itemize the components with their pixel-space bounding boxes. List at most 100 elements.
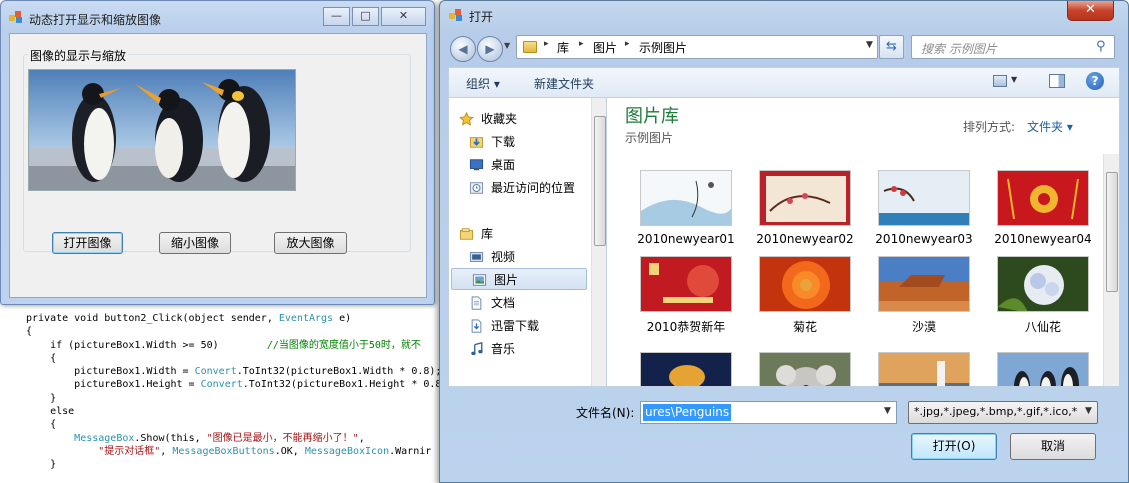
form-client-area: 图像的显示与缩放 <box>9 33 427 298</box>
code-line: { <box>26 326 33 338</box>
code-editor[interactable]: private void button2_Click(object sender… <box>0 305 440 483</box>
breadcrumb-item[interactable]: 示例图片 <box>639 39 687 56</box>
forward-button[interactable]: ▶ <box>477 36 503 62</box>
file-list-pane: 图片库 示例图片 排列方式: 文件夹 ▾ 2010newyear01 2010ne… <box>606 97 1120 387</box>
scrollbar-thumb[interactable] <box>594 116 606 246</box>
document-icon <box>471 296 482 310</box>
video-icon <box>469 252 484 262</box>
desktop-icon <box>469 159 484 171</box>
file-type-value: *.jpg,*.jpeg,*.bmp,*.gif,*.ico,* <box>914 405 1078 418</box>
close-button[interactable]: ✕ <box>381 7 426 26</box>
image-viewer-window: 动态打开显示和缩放图像 — □ ✕ 图像的显示与缩放 打开图像 缩小图像 放大图… <box>0 0 435 305</box>
enlarge-image-button[interactable]: 放大图像 <box>274 232 347 254</box>
thumbnail-image <box>997 256 1089 312</box>
thumbnail-image <box>640 352 732 386</box>
code-line: "提示对话框", MessageBoxButtons.OK, MessageBo… <box>98 445 432 457</box>
preview-pane-icon[interactable] <box>1049 74 1065 88</box>
thumbnail-image <box>640 256 732 312</box>
library-title: 图片库 <box>625 106 679 127</box>
folder-icon <box>523 41 537 53</box>
app-icon <box>9 11 22 23</box>
breadcrumb-separator: ▸ <box>625 39 630 49</box>
nav-item-documents[interactable]: 文档 <box>449 292 589 314</box>
nav-item-thunder-downloads[interactable]: 迅雷下载 <box>449 315 589 337</box>
code-line: } <box>26 459 57 471</box>
thumbnail-caption: 2010newyear02 <box>756 232 854 246</box>
code-line: else <box>26 406 75 418</box>
content-scrollbar[interactable] <box>1103 154 1119 386</box>
nav-libraries[interactable]: 库 <box>449 223 589 245</box>
arrange-by-label: 排列方式: <box>963 120 1016 134</box>
nav-item-pictures[interactable]: 图片 <box>451 268 587 290</box>
thumbnail-image <box>759 256 851 312</box>
library-subtitle: 示例图片 <box>625 131 674 145</box>
help-icon[interactable]: ? <box>1086 72 1104 90</box>
filename-label: 文件名(N): <box>576 406 635 420</box>
breadcrumb-item[interactable]: 库 <box>557 39 569 56</box>
chevron-down-icon[interactable]: ▼ <box>1085 406 1092 416</box>
back-button[interactable]: ◀ <box>450 36 476 62</box>
thumbnail-caption: 2010newyear04 <box>994 232 1092 246</box>
open-image-button[interactable]: 打开图像 <box>52 232 123 254</box>
code-line: pictureBox1.Width = Convert.ToInt32(pict… <box>26 366 440 378</box>
address-bar[interactable]: ▸ 库 ▸ 图片 ▸ 示例图片 ▼ <box>516 35 878 59</box>
close-button[interactable]: ✕ <box>1067 1 1114 21</box>
nav-item-music[interactable]: 音乐 <box>449 338 589 360</box>
thumbnail-image <box>759 352 851 386</box>
navigation-pane: 收藏夹 下载 桌面 最近访问的位置 库 视频 图片 文档 迅雷下载 音乐 <box>448 97 606 387</box>
nav-item-videos[interactable]: 视频 <box>449 246 589 268</box>
thumbnail-caption: 2010newyear03 <box>875 232 973 246</box>
open-file-dialog: 打开 ✕ ◀ ▶ ▼ ▸ 库 ▸ 图片 ▸ 示例图片 ▼ ⇆ 搜索 示例图片 ⚲… <box>439 0 1129 483</box>
nav-item-downloads[interactable]: 下载 <box>449 131 589 153</box>
file-type-select[interactable]: *.jpg,*.jpeg,*.bmp,*.gif,*.ico,* ▼ <box>908 401 1098 424</box>
refresh-button[interactable]: ⇆ <box>879 35 904 59</box>
scrollbar-thumb[interactable] <box>1106 172 1118 292</box>
thumbnail-image <box>640 170 732 226</box>
dialog-title: 打开 <box>469 10 494 24</box>
recent-places-icon <box>469 182 484 194</box>
search-icon[interactable]: ⚲ <box>1096 39 1106 54</box>
thumbnail-caption: 沙漠 <box>911 320 936 334</box>
nav-item-recent[interactable]: 最近访问的位置 <box>449 177 589 199</box>
thumbnail-image <box>997 170 1089 226</box>
cancel-button[interactable]: 取消 <box>1010 433 1096 460</box>
chevron-down-icon[interactable]: ▼ <box>866 40 873 50</box>
thumbnail-image <box>878 352 970 386</box>
code-line: { <box>26 352 57 364</box>
picture-box <box>28 69 296 191</box>
view-icon[interactable] <box>993 75 1007 87</box>
music-icon <box>471 342 483 356</box>
nav-favorites[interactable]: 收藏夹 <box>449 108 589 130</box>
recent-locations-dropdown[interactable]: ▼ <box>504 41 510 50</box>
arrange-by-dropdown[interactable]: 文件夹 ▾ <box>1027 118 1073 135</box>
thumbnail-image <box>759 170 851 226</box>
thumbnail-image <box>878 170 970 226</box>
maximize-button[interactable]: □ <box>352 7 379 26</box>
thumbnail-caption: 2010恭贺新年 <box>646 320 726 334</box>
open-button[interactable]: 打开(O) <box>911 433 997 460</box>
star-icon <box>459 112 474 126</box>
library-icon <box>459 228 474 240</box>
breadcrumb-separator: ▸ <box>544 39 549 49</box>
thumbnail-image <box>997 352 1089 386</box>
download-icon <box>471 319 482 333</box>
download-folder-icon <box>469 137 484 148</box>
organize-menu[interactable]: 组织 ▾ <box>466 75 500 92</box>
window-title: 动态打开显示和缩放图像 <box>29 13 162 27</box>
code-line: } <box>26 392 57 404</box>
app-icon <box>449 9 462 21</box>
thumbnail-image <box>878 256 970 312</box>
nav-item-desktop[interactable]: 桌面 <box>449 154 589 176</box>
chevron-down-icon[interactable]: ▼ <box>884 406 891 416</box>
nav-scrollbar[interactable] <box>591 98 606 386</box>
search-input[interactable]: 搜索 示例图片 ⚲ <box>911 35 1115 59</box>
new-folder-button[interactable]: 新建文件夹 <box>534 75 594 92</box>
thumbnail-caption: 菊花 <box>792 320 817 334</box>
minimize-button[interactable]: — <box>323 7 350 26</box>
shrink-image-button[interactable]: 缩小图像 <box>159 232 231 254</box>
breadcrumb-item[interactable]: 图片 <box>593 39 617 56</box>
chevron-down-icon[interactable]: ▼ <box>1011 75 1017 84</box>
filename-input[interactable]: ures\Penguins ▼ <box>640 401 897 424</box>
thumbnail-caption: 八仙花 <box>1024 320 1061 334</box>
group-title: 图像的显示与缩放 <box>28 47 129 64</box>
